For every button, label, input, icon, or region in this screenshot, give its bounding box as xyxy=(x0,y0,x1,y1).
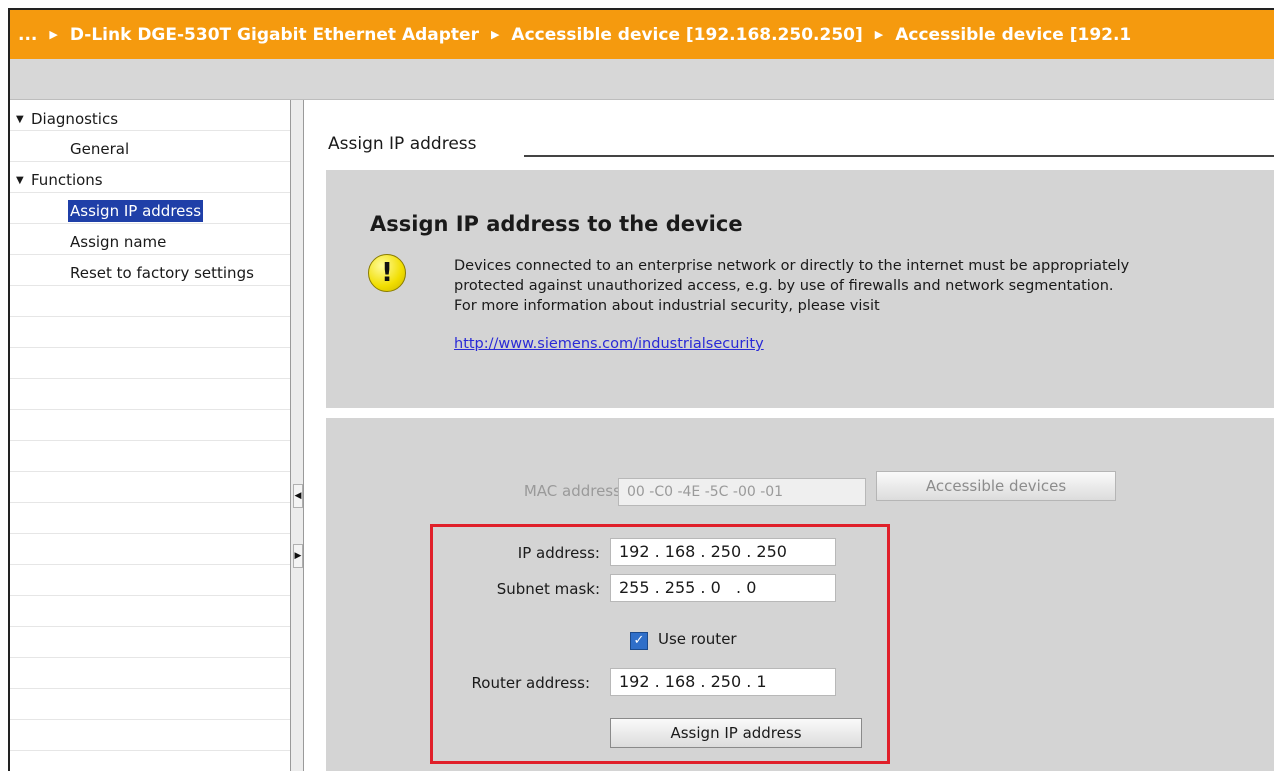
industrial-security-link[interactable]: http://www.siemens.com/industrialsecurit… xyxy=(454,336,764,352)
expand-triangle-icon: ▼ xyxy=(16,113,24,125)
notice-line: protected against unauthorized access, e… xyxy=(454,278,1114,294)
breadcrumb-ellipsis[interactable]: ... ▶ xyxy=(18,25,70,45)
section-title: Assign IP address xyxy=(328,134,477,154)
breadcrumb-item-label: Accessible device [192.1 xyxy=(895,24,1132,45)
section-divider xyxy=(524,155,1274,157)
mac-address-field: 00 -C0 -4E -5C -00 -01 xyxy=(618,478,866,506)
nav-group-label: Functions xyxy=(31,171,103,189)
nav-item-general[interactable]: General xyxy=(70,134,129,164)
breadcrumb: ... ▶ D-Link DGE-530T Gigabit Ethernet Ad… xyxy=(10,10,1274,59)
security-info-panel: Assign IP address to the device ! Device… xyxy=(326,170,1274,408)
breadcrumb-item-label: Accessible device [192.168.250.250] xyxy=(511,24,863,45)
navigation-tree: ▼ Diagnostics General ▼ Functions Assign… xyxy=(10,100,290,771)
highlight-box xyxy=(430,524,890,764)
window: ... ▶ D-Link DGE-530T Gigabit Ethernet Ad… xyxy=(8,8,1274,771)
nav-item-reset-factory[interactable]: Reset to factory settings xyxy=(70,258,254,288)
nav-item-assign-name[interactable]: Assign name xyxy=(70,227,166,257)
toolbar-strip xyxy=(10,59,1274,100)
security-notice: Devices connected to an enterprise netwo… xyxy=(454,256,1264,316)
nav-item-label: Reset to factory settings xyxy=(70,264,254,282)
mac-address-label: MAC address: xyxy=(523,482,626,500)
accessible-devices-button[interactable]: Accessible devices xyxy=(876,471,1116,501)
warning-icon: ! xyxy=(368,254,406,292)
triangle-right-icon: ▶ xyxy=(49,28,58,41)
triangle-right-icon: ▶ xyxy=(874,28,884,41)
expand-right-icon[interactable]: ▶ xyxy=(293,544,303,568)
nav-item-label: Assign IP address xyxy=(68,200,204,222)
breadcrumb-item-adapter[interactable]: D-Link DGE-530T Gigabit Ethernet Adapter… xyxy=(70,25,512,45)
expand-triangle-icon: ▼ xyxy=(16,174,24,186)
nav-item-label: General xyxy=(70,140,130,158)
notice-line: Devices connected to an enterprise netwo… xyxy=(454,258,1130,274)
breadcrumb-item-device-2[interactable]: Accessible device [192.1 xyxy=(895,25,1131,45)
breadcrumb-ellipsis-label: ... xyxy=(18,24,38,45)
collapse-left-icon[interactable]: ◀ xyxy=(293,484,303,508)
nav-group-diagnostics[interactable]: ▼ Diagnostics xyxy=(16,104,118,134)
nav-item-label: Assign name xyxy=(70,233,167,251)
main-content: Assign IP address Assign IP address to t… xyxy=(304,100,1274,771)
panel-heading: Assign IP address to the device xyxy=(370,212,743,236)
nav-group-functions[interactable]: ▼ Functions xyxy=(16,165,103,195)
nav-group-label: Diagnostics xyxy=(31,110,119,128)
notice-line: For more information about industrial se… xyxy=(454,298,880,314)
pane-splitter[interactable]: ◀ ▶ xyxy=(290,100,304,771)
triangle-right-icon: ▶ xyxy=(490,28,500,41)
breadcrumb-item-label: D-Link DGE-530T Gigabit Ethernet Adapter xyxy=(69,24,479,45)
breadcrumb-item-device[interactable]: Accessible device [192.168.250.250] ▶ xyxy=(511,25,895,45)
nav-item-assign-ip-address[interactable]: Assign IP address xyxy=(68,196,204,226)
